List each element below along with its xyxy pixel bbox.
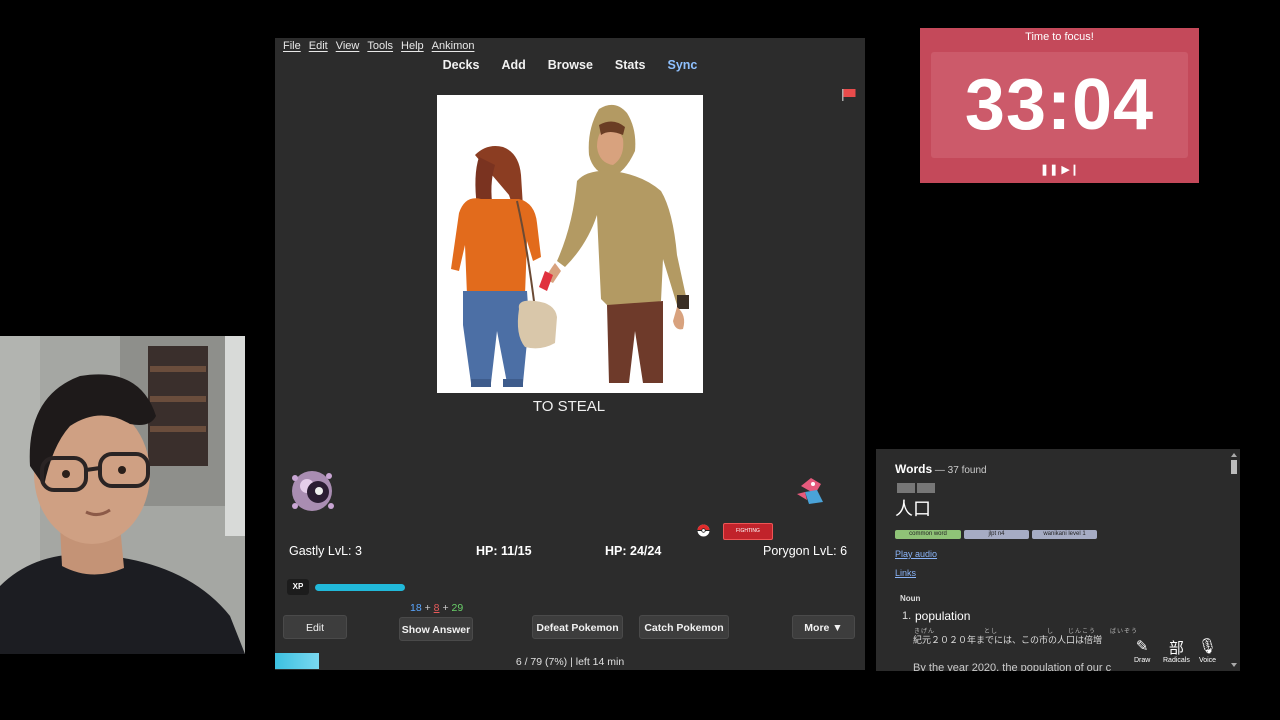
nav-browse[interactable]: Browse: [548, 58, 593, 76]
catch-pokemon-button[interactable]: Catch Pokemon: [639, 615, 729, 639]
radicals-label: Radicals: [1163, 657, 1190, 664]
player-hp: HP: 11/15: [476, 544, 532, 558]
radical-icon: 部: [1168, 640, 1184, 657]
enemy-pokemon-level: Porygon LvL: 6: [763, 544, 848, 558]
more-button[interactable]: More ▼: [792, 615, 855, 639]
nav-decks[interactable]: Decks: [443, 58, 480, 76]
anki-window: File Edit View Tools Help Ankimon Decks …: [275, 38, 865, 670]
found-count: — 37 found: [932, 465, 987, 476]
xp-label: XP: [287, 579, 309, 595]
timer-time: 33:04: [964, 65, 1155, 145]
card-front-text: TO STEAL: [532, 398, 606, 415]
example-sentence-en: By the year 2020, the population of our …: [913, 662, 1112, 671]
voice-label: Voice: [1198, 657, 1217, 664]
enemy-hp: HP: 24/24: [605, 544, 662, 558]
play-audio-link[interactable]: Play audio: [895, 549, 937, 559]
voice-tool[interactable]: 🎙 Voice: [1198, 637, 1217, 664]
webcam-person-image: [0, 336, 245, 654]
example-sentence-jp: 紀元２０２０年までには、この市の人口は倍増: [913, 635, 1103, 645]
nav-stats[interactable]: Stats: [615, 58, 646, 76]
plus-sign: +: [424, 602, 431, 614]
links-link[interactable]: Links: [895, 568, 916, 578]
word-kanji: 人口: [895, 499, 931, 519]
player-pokemon-level: Gastly LvL: 3: [289, 544, 362, 558]
nav-sync[interactable]: Sync: [668, 58, 698, 76]
card-image: [437, 95, 703, 393]
progress-text: 6 / 79 (7%) | left 14 min: [515, 656, 625, 668]
tag-wanikani: wanikani level 1: [1032, 530, 1097, 539]
top-nav: Decks Add Browse Stats Sync: [275, 58, 865, 76]
menu-file[interactable]: File: [279, 38, 305, 56]
gastly-sprite-icon: [292, 471, 334, 511]
new-count: 18: [410, 602, 422, 614]
part-of-speech: Noun: [900, 594, 921, 603]
definition-number: 1.: [902, 610, 912, 622]
timer-controls[interactable]: ❚❚ ▶❙: [920, 163, 1199, 176]
definition-text: population: [915, 609, 971, 623]
furigana-placeholder: [897, 483, 935, 493]
words-heading: Words: [895, 462, 933, 476]
porygon-sprite-icon: [797, 478, 823, 504]
draw-label: Draw: [1134, 657, 1151, 664]
webcam-feed: [0, 336, 245, 654]
timer-title: Time to focus!: [1025, 31, 1094, 43]
review-count: 29: [451, 602, 464, 614]
defeat-pokemon-button[interactable]: Defeat Pokemon: [532, 615, 623, 639]
due-counts: 18 + 8 + 29: [410, 602, 463, 614]
flag-icon[interactable]: [842, 89, 856, 101]
timer-display: 33:04: [931, 52, 1188, 158]
tag-common-word: common word: [895, 530, 961, 539]
nav-add[interactable]: Add: [501, 58, 525, 76]
draw-tool[interactable]: ✎ Draw: [1134, 637, 1150, 664]
learn-count: 8: [433, 602, 440, 614]
menu-help[interactable]: Help: [397, 38, 428, 56]
plus-sign: +: [442, 602, 449, 614]
scrollbar[interactable]: [1230, 451, 1238, 669]
focus-timer: Time to focus! 33:04 ❚❚ ▶❙: [920, 28, 1199, 183]
dictionary-panel: Words — 37 found 人口 common word jlpt n4 …: [876, 449, 1240, 671]
radicals-tool[interactable]: 部 Radicals: [1163, 637, 1190, 664]
menu-edit[interactable]: Edit: [305, 38, 332, 56]
show-answer-button[interactable]: Show Answer: [399, 617, 473, 641]
type-badge: FIGHTING: [723, 523, 773, 540]
edit-button[interactable]: Edit: [283, 615, 347, 639]
menu-view[interactable]: View: [332, 38, 364, 56]
pencil-icon: ✎: [1135, 638, 1149, 655]
menu-ankimon[interactable]: Ankimon: [428, 38, 479, 56]
pokeball-icon: [697, 524, 710, 537]
xp-bar: [315, 584, 405, 591]
microphone-icon: 🎙: [1198, 638, 1218, 655]
dictionary-title: Words — 37 found: [895, 462, 987, 476]
menu-bar: File Edit View Tools Help Ankimon: [275, 38, 869, 56]
menu-tools[interactable]: Tools: [363, 38, 397, 56]
tag-jlpt: jlpt n4: [964, 530, 1029, 539]
